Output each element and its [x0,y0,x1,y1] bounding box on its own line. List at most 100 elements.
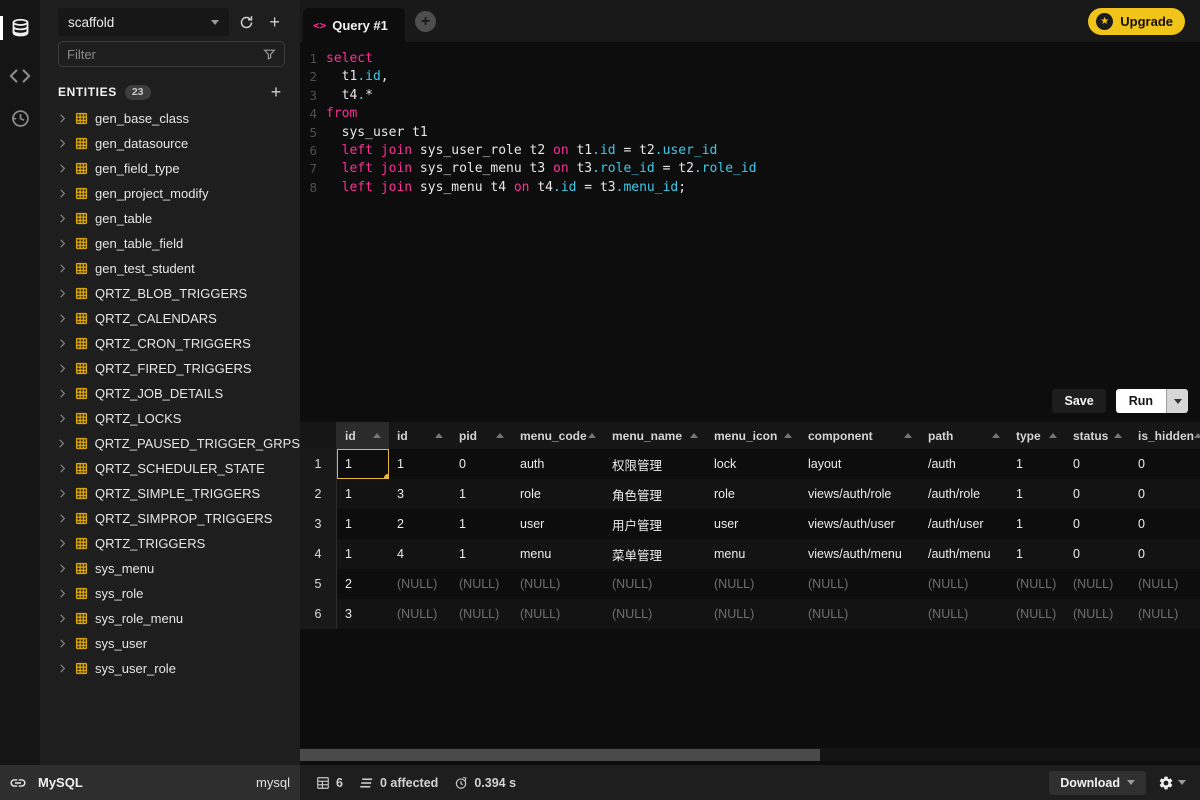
sort-arrow-icon[interactable] [496,433,504,438]
sidebar-entity-item[interactable]: QRTZ_TRIGGERS [40,531,300,556]
table-cell[interactable]: menu [512,539,604,569]
table-cell[interactable]: 1 [451,509,512,539]
sidebar-entity-item[interactable]: sys_user_role [40,656,300,681]
table-cell[interactable]: 2 [389,509,451,539]
history-view-button[interactable] [0,98,40,138]
sidebar-entity-item[interactable]: QRTZ_JOB_DETAILS [40,381,300,406]
sidebar-entity-item[interactable]: gen_test_student [40,256,300,281]
row-number[interactable]: 3 [300,509,337,539]
table-cell[interactable]: 1 [1008,539,1065,569]
table-cell[interactable]: (NULL) [706,569,800,599]
table-cell[interactable]: (NULL) [1130,599,1200,629]
sql-editor[interactable]: 1 select 2 t1.id, 3 t4.* 4 from 5 sys_us… [300,42,1200,388]
result-settings-button[interactable] [1158,775,1186,791]
sidebar-entity-item[interactable]: QRTZ_PAUSED_TRIGGER_GRPS [40,431,300,456]
upgrade-button[interactable]: ★ Upgrade [1088,8,1185,35]
table-cell[interactable]: (NULL) [451,569,512,599]
table-cell[interactable]: 1 [451,479,512,509]
table-cell[interactable]: 1 [1008,509,1065,539]
table-cell[interactable]: 1 [337,479,389,509]
column-header-status[interactable]: status [1065,422,1130,449]
horizontal-scrollbar[interactable] [300,749,820,761]
table-cell[interactable]: views/auth/role [800,479,920,509]
sidebar-entity-item[interactable]: sys_role_menu [40,606,300,631]
column-header-menu_name[interactable]: menu_name [604,422,706,449]
column-header-path[interactable]: path [920,422,1008,449]
table-cell[interactable]: 1 [1008,449,1065,479]
queries-view-button[interactable] [0,56,40,96]
new-tab-button[interactable]: + [415,11,436,32]
table-cell[interactable]: (NULL) [1065,599,1130,629]
sidebar-entity-item[interactable]: QRTZ_SIMPLE_TRIGGERS [40,481,300,506]
table-cell[interactable]: 3 [389,479,451,509]
table-cell[interactable]: menu [706,539,800,569]
table-cell[interactable]: (NULL) [512,599,604,629]
sidebar-entity-item[interactable]: QRTZ_CALENDARS [40,306,300,331]
table-cell[interactable]: 权限管理 [604,449,706,479]
table-cell[interactable]: (NULL) [451,599,512,629]
row-number[interactable]: 6 [300,599,337,629]
table-cell[interactable]: 3 [337,599,389,629]
table-cell[interactable]: 0 [1065,449,1130,479]
sidebar-entity-item[interactable]: gen_base_class [40,106,300,131]
sidebar-entity-item[interactable]: gen_project_modify [40,181,300,206]
save-button[interactable]: Save [1052,389,1105,413]
table-cell[interactable]: (NULL) [512,569,604,599]
sort-arrow-icon[interactable] [1194,433,1200,438]
table-cell[interactable]: (NULL) [389,599,451,629]
table-cell[interactable]: 菜单管理 [604,539,706,569]
add-connection-button[interactable]: + [263,10,286,34]
table-cell[interactable]: (NULL) [604,599,706,629]
table-cell[interactable]: 0 [451,449,512,479]
table-cell[interactable]: 1 [451,539,512,569]
table-cell[interactable]: (NULL) [1065,569,1130,599]
sort-arrow-icon[interactable] [690,433,698,438]
sort-arrow-icon[interactable] [784,433,792,438]
column-header-component[interactable]: component [800,422,920,449]
connection-select[interactable]: scaffold [58,8,229,36]
table-cell[interactable]: views/auth/menu [800,539,920,569]
sidebar-entity-item[interactable]: QRTZ_SIMPROP_TRIGGERS [40,506,300,531]
column-header-type[interactable]: type [1008,422,1065,449]
sidebar-entity-item[interactable]: QRTZ_BLOB_TRIGGERS [40,281,300,306]
sort-arrow-icon[interactable] [1114,433,1122,438]
entity-filter[interactable] [58,41,285,67]
table-cell[interactable]: 2 [337,569,389,599]
table-cell[interactable]: (NULL) [800,599,920,629]
refresh-button[interactable] [235,10,258,34]
table-cell[interactable]: views/auth/user [800,509,920,539]
table-cell[interactable]: 1 [389,449,451,479]
sidebar-entity-item[interactable]: sys_menu [40,556,300,581]
table-cell[interactable]: /auth/user [920,509,1008,539]
run-options-button[interactable] [1167,389,1188,413]
table-cell[interactable]: 0 [1065,479,1130,509]
sort-arrow-icon[interactable] [992,433,1000,438]
column-header-is_hidden[interactable]: is_hidden [1130,422,1200,449]
sort-arrow-icon[interactable] [904,433,912,438]
download-button[interactable]: Download [1049,771,1146,795]
table-cell[interactable]: layout [800,449,920,479]
sidebar-entity-item[interactable]: sys_user [40,631,300,656]
table-cell[interactable]: 用户管理 [604,509,706,539]
table-cell[interactable]: 1 [337,509,389,539]
db-type-label[interactable]: MySQL [38,775,83,790]
sort-arrow-icon[interactable] [1049,433,1057,438]
column-header-menu_code[interactable]: menu_code [512,422,604,449]
sidebar-entity-item[interactable]: gen_datasource [40,131,300,156]
table-cell[interactable]: role [706,479,800,509]
table-cell[interactable]: 0 [1130,449,1200,479]
table-cell[interactable]: (NULL) [800,569,920,599]
table-cell[interactable]: (NULL) [604,569,706,599]
sort-arrow-icon[interactable] [373,433,381,438]
table-cell[interactable]: 1 [337,539,389,569]
table-cell[interactable]: (NULL) [389,569,451,599]
entity-filter-input[interactable] [67,47,263,62]
sort-arrow-icon[interactable] [435,433,443,438]
table-cell[interactable]: (NULL) [1008,599,1065,629]
table-cell[interactable]: (NULL) [920,599,1008,629]
table-cell[interactable]: /auth [920,449,1008,479]
column-header-menu_icon[interactable]: menu_icon [706,422,800,449]
sidebar-entity-item[interactable]: sys_role [40,581,300,606]
table-cell[interactable]: 1 [337,449,389,479]
row-number[interactable]: 2 [300,479,337,509]
